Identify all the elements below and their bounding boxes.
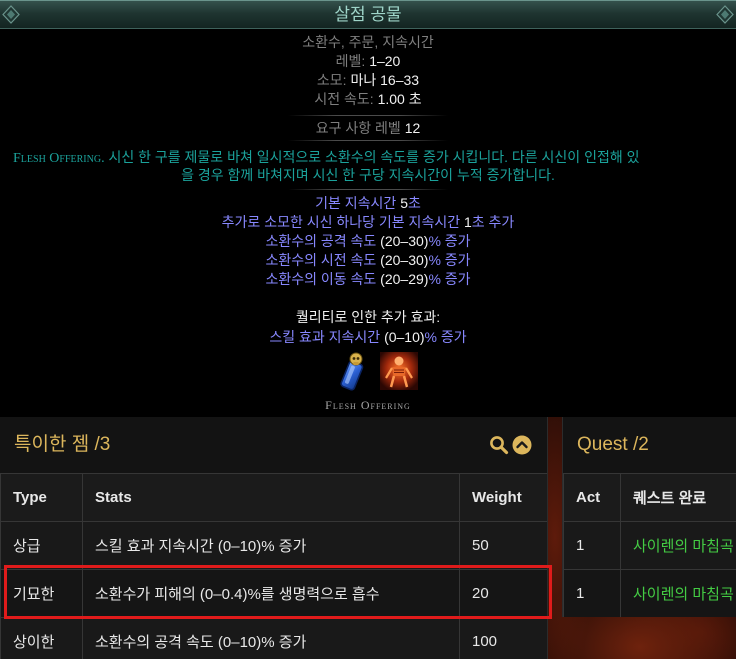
gem-stat: 기본 지속시간 5초: [0, 194, 736, 213]
gem-description-line: 을 경우 함께 바쳐지며 시신 한 구당 지속시간이 누적 증가합니다.: [181, 167, 555, 183]
table-header-row: Type Stats Weight: [0, 473, 547, 522]
quest-link[interactable]: 사이렌의 마침곡: [633, 538, 734, 555]
stat-value: (20–29): [380, 271, 429, 287]
column-header-weight: Weight: [459, 473, 547, 522]
quest-table: Act 퀘스트 완료 1 사이렌의 마침곡 1 사이렌의 마침곡: [563, 473, 736, 617]
column-header-quest: 퀘스트 완료: [620, 473, 736, 522]
property-label: 시전 속도:: [314, 91, 374, 107]
table-row: 1 사이렌의 마침곡: [563, 569, 736, 617]
gem-stat: 소환수의 시전 속도 (20–30)% 증가: [0, 251, 736, 270]
stat-value: 1: [463, 214, 472, 230]
column-header-stats: Stats: [82, 473, 460, 522]
requirement-value: 12: [404, 120, 421, 136]
stat-value: 5: [400, 195, 408, 211]
quest-title: Quest /2: [577, 434, 649, 455]
requirement-label: 요구 사항 레벨: [315, 120, 401, 136]
tooltip-title-bar: 살점 공물: [0, 0, 736, 29]
gem-tooltip: 살점 공물 소환수, 주문, 지속시간 레벨: 1–20 소모: 마나 16–3…: [0, 0, 736, 417]
gem-stat: 소환수의 이동 속도 (20–29)% 증가: [0, 270, 736, 289]
property-value: 마나 16–33: [350, 72, 420, 88]
stat-text: 초 추가: [471, 214, 515, 230]
property-value: 1.00 초: [377, 91, 422, 107]
cell-weight: 20: [459, 569, 547, 618]
quality-stat: 스킬 효과 지속시간 (0–10)% 증가: [0, 328, 736, 347]
alt-gems-title: 특이한 젬 /3: [14, 434, 111, 455]
cell-act: 1: [563, 521, 621, 570]
gem-title: 살점 공물: [334, 5, 402, 24]
cell-weight: 50: [459, 521, 547, 570]
cell-weight: 100: [459, 617, 547, 659]
cell-quest: 사이렌의 마침곡: [620, 569, 736, 617]
flesh-offering-skill-icon: [380, 352, 418, 390]
stat-text: 소환수의 시전 속도: [265, 252, 381, 268]
cell-type: 상급: [0, 521, 83, 570]
property-cast-time: 시전 속도: 1.00 초: [0, 90, 736, 109]
chevron-up-icon[interactable]: [512, 435, 532, 455]
property-cost: 소모: 마나 16–33: [0, 71, 736, 90]
cell-stats: 소환수의 공격 속도 (0–10)% 증가: [82, 617, 460, 659]
quest-panel: Quest /2 Act 퀘스트 완료 1 사이렌의 마침곡 1 사이렌의 마침…: [562, 417, 736, 617]
gem-tags: 소환수, 주문, 지속시간: [302, 34, 434, 50]
skill-gem-icon: [340, 352, 364, 391]
stat-text: % 증가: [428, 252, 471, 268]
stat-value: (20–30): [380, 252, 429, 268]
cell-type: 기묘한: [0, 569, 83, 618]
stat-text: 추가로 소모한 시신 하나당 기본 지속시간: [221, 214, 464, 230]
stat-text: % 증가: [428, 271, 471, 287]
frame-ornament-left-icon: [2, 5, 20, 24]
table-row: 기묘한 소환수가 피해의 (0–0.4)%를 생명력으로 흡수 20: [0, 569, 547, 618]
property-label: 소모:: [316, 72, 347, 88]
alt-gems-table: Type Stats Weight 상급 스킬 효과 지속시간 (0–10)% …: [0, 473, 547, 659]
gem-footer-name: Flesh Offering: [325, 398, 411, 412]
gem-stat: 추가로 소모한 시신 하나당 기본 지속시간 1초 추가: [0, 213, 736, 232]
table-row: 상이한 소환수의 공격 속도 (0–10)% 증가 100: [0, 617, 547, 659]
stat-text: 소환수의 공격 속도: [265, 233, 381, 249]
gem-description-text: 시신 한 구를 제물로 바쳐 일시적으로 소환수의 속도를 증가 시킵니다. 다…: [108, 149, 640, 165]
property-level: 레벨: 1–20: [0, 52, 736, 71]
property-value: 1–20: [369, 53, 401, 69]
stat-text: % 증가: [424, 329, 467, 345]
requirement-level: 요구 사항 레벨 12: [0, 119, 736, 138]
stat-value: (0–10): [384, 329, 425, 345]
gem-description-line: Flesh Offering. 시신 한 구를 제물로 바쳐 일시적으로 소환수…: [13, 148, 736, 167]
frame-ornament-right-icon: [716, 5, 734, 24]
table-row: 상급 스킬 효과 지속시간 (0–10)% 증가 50: [0, 521, 547, 570]
cell-stats: 소환수가 피해의 (0–0.4)%를 생명력으로 흡수: [82, 569, 460, 618]
quality-header: 퀄리티로 인한 추가 효과:: [295, 309, 441, 325]
cell-type: 상이한: [0, 617, 83, 659]
cell-stats: 스킬 효과 지속시간 (0–10)% 증가: [82, 521, 460, 570]
cell-act: 1: [563, 569, 621, 617]
quest-link[interactable]: 사이렌의 마침곡: [633, 586, 734, 603]
tooltip-separator: [288, 189, 448, 190]
stat-value: (20–30): [380, 233, 429, 249]
stat-text: 스킬 효과 지속시간: [269, 329, 385, 345]
tooltip-separator: [288, 140, 448, 141]
column-header-act: Act: [563, 473, 621, 522]
stat-text: % 증가: [428, 233, 471, 249]
stat-text: 초: [407, 195, 421, 211]
cell-quest: 사이렌의 마침곡: [620, 521, 736, 570]
gem-stat: 소환수의 공격 속도 (20–30)% 증가: [0, 232, 736, 251]
column-header-type: Type: [0, 473, 83, 522]
table-header-row: Act 퀘스트 완료: [563, 473, 736, 522]
alt-gems-panel: 특이한 젬 /3 Type Stats Weight 상급 스킬 효과 지속시간…: [0, 417, 548, 659]
stat-text: 기본 지속시간: [315, 195, 401, 211]
property-label: 레벨:: [335, 53, 366, 69]
gem-description-name: Flesh Offering.: [13, 151, 105, 166]
tooltip-separator: [288, 115, 448, 116]
search-icon[interactable]: [489, 435, 509, 455]
table-row: 1 사이렌의 마침곡: [563, 521, 736, 570]
stat-text: 소환수의 이동 속도: [265, 271, 381, 287]
